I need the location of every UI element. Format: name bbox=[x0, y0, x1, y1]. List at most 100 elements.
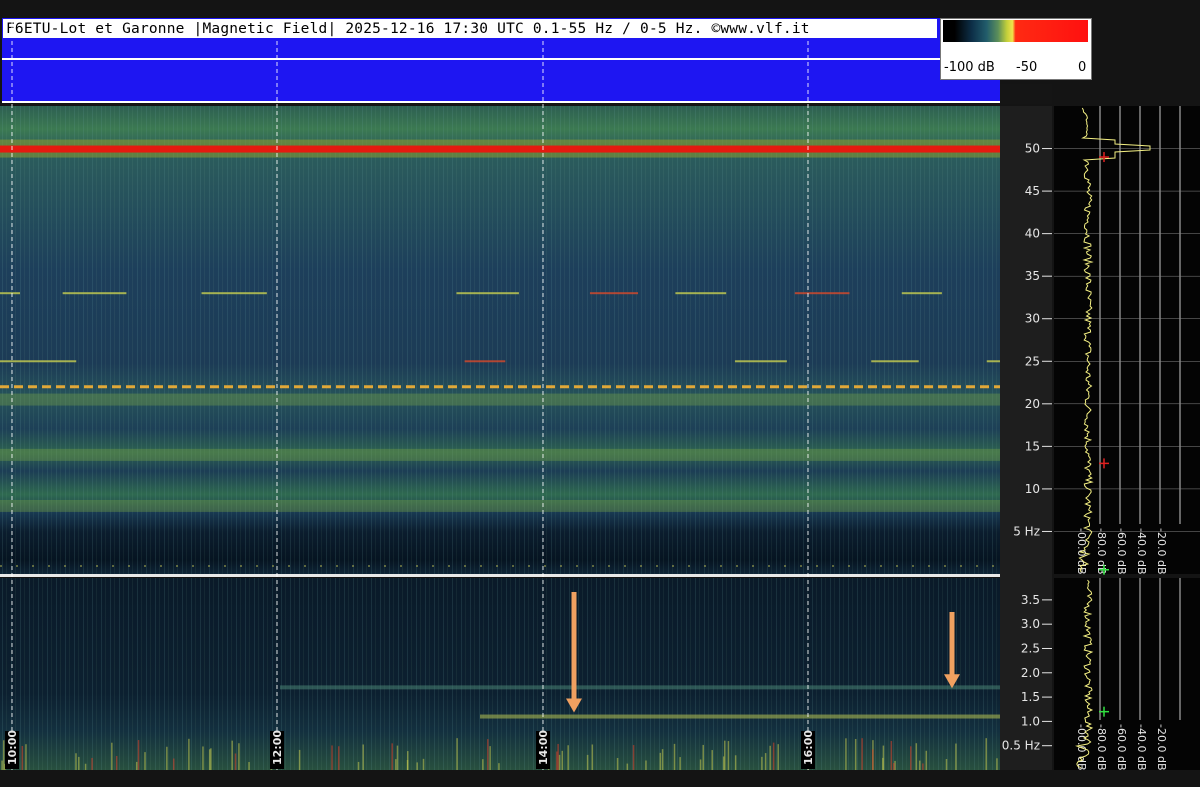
db-label-group: -60.0 dB bbox=[1115, 724, 1128, 771]
low-frequency-spike bbox=[561, 750, 564, 770]
low-frequency-spike bbox=[115, 756, 118, 770]
time-label-group: 10:00 bbox=[5, 730, 19, 769]
intermittent-line-segment bbox=[0, 292, 21, 295]
low-frequency-spike bbox=[188, 738, 190, 770]
frequency-tick-label: 25 bbox=[1025, 354, 1040, 368]
frequency-tick-label: 5 Hz bbox=[1013, 524, 1040, 538]
low-frequency-spike bbox=[482, 759, 484, 770]
low-frequency-spike bbox=[996, 758, 998, 770]
frequency-tick-label: 20 bbox=[1025, 397, 1040, 411]
low-frequency-spike bbox=[945, 759, 948, 770]
intermittent-line-segment bbox=[675, 292, 727, 295]
low-frequency-spike bbox=[919, 760, 921, 770]
low-frequency-spike bbox=[764, 753, 767, 770]
intermittent-line-segment bbox=[464, 360, 506, 363]
low-frequency-spike bbox=[556, 751, 558, 770]
intermittent-line-segment bbox=[794, 292, 850, 295]
low-frequency-spike bbox=[645, 760, 647, 770]
low-frequency-spike bbox=[416, 762, 418, 770]
low-frequency-spike bbox=[248, 762, 250, 770]
lower-spectrogram-texture bbox=[0, 578, 1000, 770]
schumann-band bbox=[0, 448, 1000, 461]
low-frequency-spike bbox=[661, 749, 664, 770]
schumann-band bbox=[0, 499, 1000, 512]
pc1-band bbox=[480, 714, 1000, 719]
frequency-tick-label: 15 bbox=[1025, 439, 1040, 453]
intermittent-line-segment bbox=[456, 292, 519, 295]
low-frequency-spike bbox=[772, 742, 775, 770]
upper-spectrum-panel bbox=[1054, 106, 1200, 574]
db-label: -80.0 dB bbox=[1095, 528, 1108, 575]
frequency-tick-label: 30 bbox=[1025, 312, 1040, 326]
low-frequency-spike bbox=[135, 761, 138, 770]
intermittent-line-segment bbox=[62, 292, 127, 295]
low-frequency-spike bbox=[769, 745, 771, 770]
db-label-group: -20.0 dB bbox=[1155, 724, 1168, 771]
low-frequency-spike bbox=[872, 749, 874, 770]
db-label-group: -20.0 dB bbox=[1155, 528, 1168, 575]
low-frequency-spike bbox=[591, 744, 594, 770]
frequency-tick-label: 3.0 bbox=[1021, 617, 1040, 631]
low-frequency-spike bbox=[699, 759, 702, 770]
low-frequency-spike bbox=[955, 743, 957, 770]
db-label-group: -40.0 dB bbox=[1135, 724, 1148, 771]
db-label-group: -60.0 dB bbox=[1115, 528, 1128, 575]
time-label-group: 14:00 bbox=[536, 730, 550, 769]
low-frequency-spike bbox=[679, 757, 681, 770]
low-frequency-spike bbox=[25, 744, 27, 770]
db-label-group: -80.0 dB bbox=[1095, 724, 1108, 771]
low-frequency-spike bbox=[202, 746, 204, 770]
intermittent-line-segment bbox=[0, 360, 77, 363]
frequency-tick-label: 3.5 bbox=[1021, 593, 1040, 607]
intermittent-line-segment bbox=[734, 360, 787, 363]
time-label: 16:00 bbox=[802, 730, 815, 765]
low-frequency-spike bbox=[659, 752, 662, 770]
low-frequency-spike bbox=[702, 744, 704, 770]
low-frequency-spike bbox=[111, 742, 113, 770]
low-frequency-spike bbox=[391, 743, 393, 770]
low-frequency-spike bbox=[854, 738, 857, 770]
low-frequency-spike bbox=[231, 740, 233, 770]
low-frequency-spike bbox=[761, 756, 763, 770]
low-frequency-spike bbox=[724, 740, 726, 770]
schumann-band bbox=[0, 393, 1000, 406]
low-frequency-spike bbox=[210, 748, 212, 770]
low-frequency-spike bbox=[910, 746, 912, 770]
low-frequency-spike bbox=[298, 749, 301, 770]
intermittent-line-segment bbox=[589, 292, 639, 295]
low-frequency-spike bbox=[626, 763, 629, 770]
low-frequency-spike bbox=[734, 755, 737, 770]
db-label: -40.0 dB bbox=[1135, 528, 1148, 575]
db-label-group: -40.0 dB bbox=[1135, 528, 1148, 575]
axis-strip-top bbox=[1000, 84, 1052, 104]
db-label: -20.0 dB bbox=[1155, 724, 1168, 771]
db-label: -60.0 dB bbox=[1115, 724, 1128, 771]
low-frequency-spike bbox=[925, 750, 928, 770]
frequency-tick-label: 35 bbox=[1025, 269, 1040, 283]
intermittent-line-segment bbox=[901, 292, 942, 295]
low-frequency-spike bbox=[75, 753, 77, 770]
frequency-tick-label: 50 bbox=[1025, 142, 1040, 156]
low-frequency-spike bbox=[91, 757, 93, 770]
low-frequency-spike bbox=[422, 758, 425, 770]
low-frequency-spike bbox=[487, 739, 489, 770]
low-frequency-spike bbox=[456, 738, 458, 770]
low-frequency-spike bbox=[922, 763, 924, 770]
low-frequency-spike bbox=[337, 746, 340, 770]
frequency-tick-label: 10 bbox=[1025, 482, 1040, 496]
low-frequency-spike bbox=[616, 757, 619, 770]
low-frequency-spike bbox=[558, 754, 561, 770]
db-label: -80.0 dB bbox=[1095, 724, 1108, 771]
low-frequency-spike bbox=[78, 756, 80, 770]
panel-divider bbox=[0, 574, 1000, 577]
frequency-tick-label: 2.0 bbox=[1021, 666, 1040, 680]
low-frequency-spike bbox=[362, 744, 364, 770]
db-label: -20.0 dB bbox=[1155, 528, 1168, 575]
intermittent-line-segment bbox=[871, 360, 919, 363]
frequency-tick-label: 0.5 Hz bbox=[1002, 739, 1040, 753]
low-frequency-spike bbox=[166, 746, 168, 770]
low-frequency-spike bbox=[711, 750, 713, 770]
low-frequency-spike bbox=[498, 763, 500, 770]
frequency-tick-label: 1.5 bbox=[1021, 690, 1040, 704]
low-frequency-spike bbox=[238, 743, 240, 770]
